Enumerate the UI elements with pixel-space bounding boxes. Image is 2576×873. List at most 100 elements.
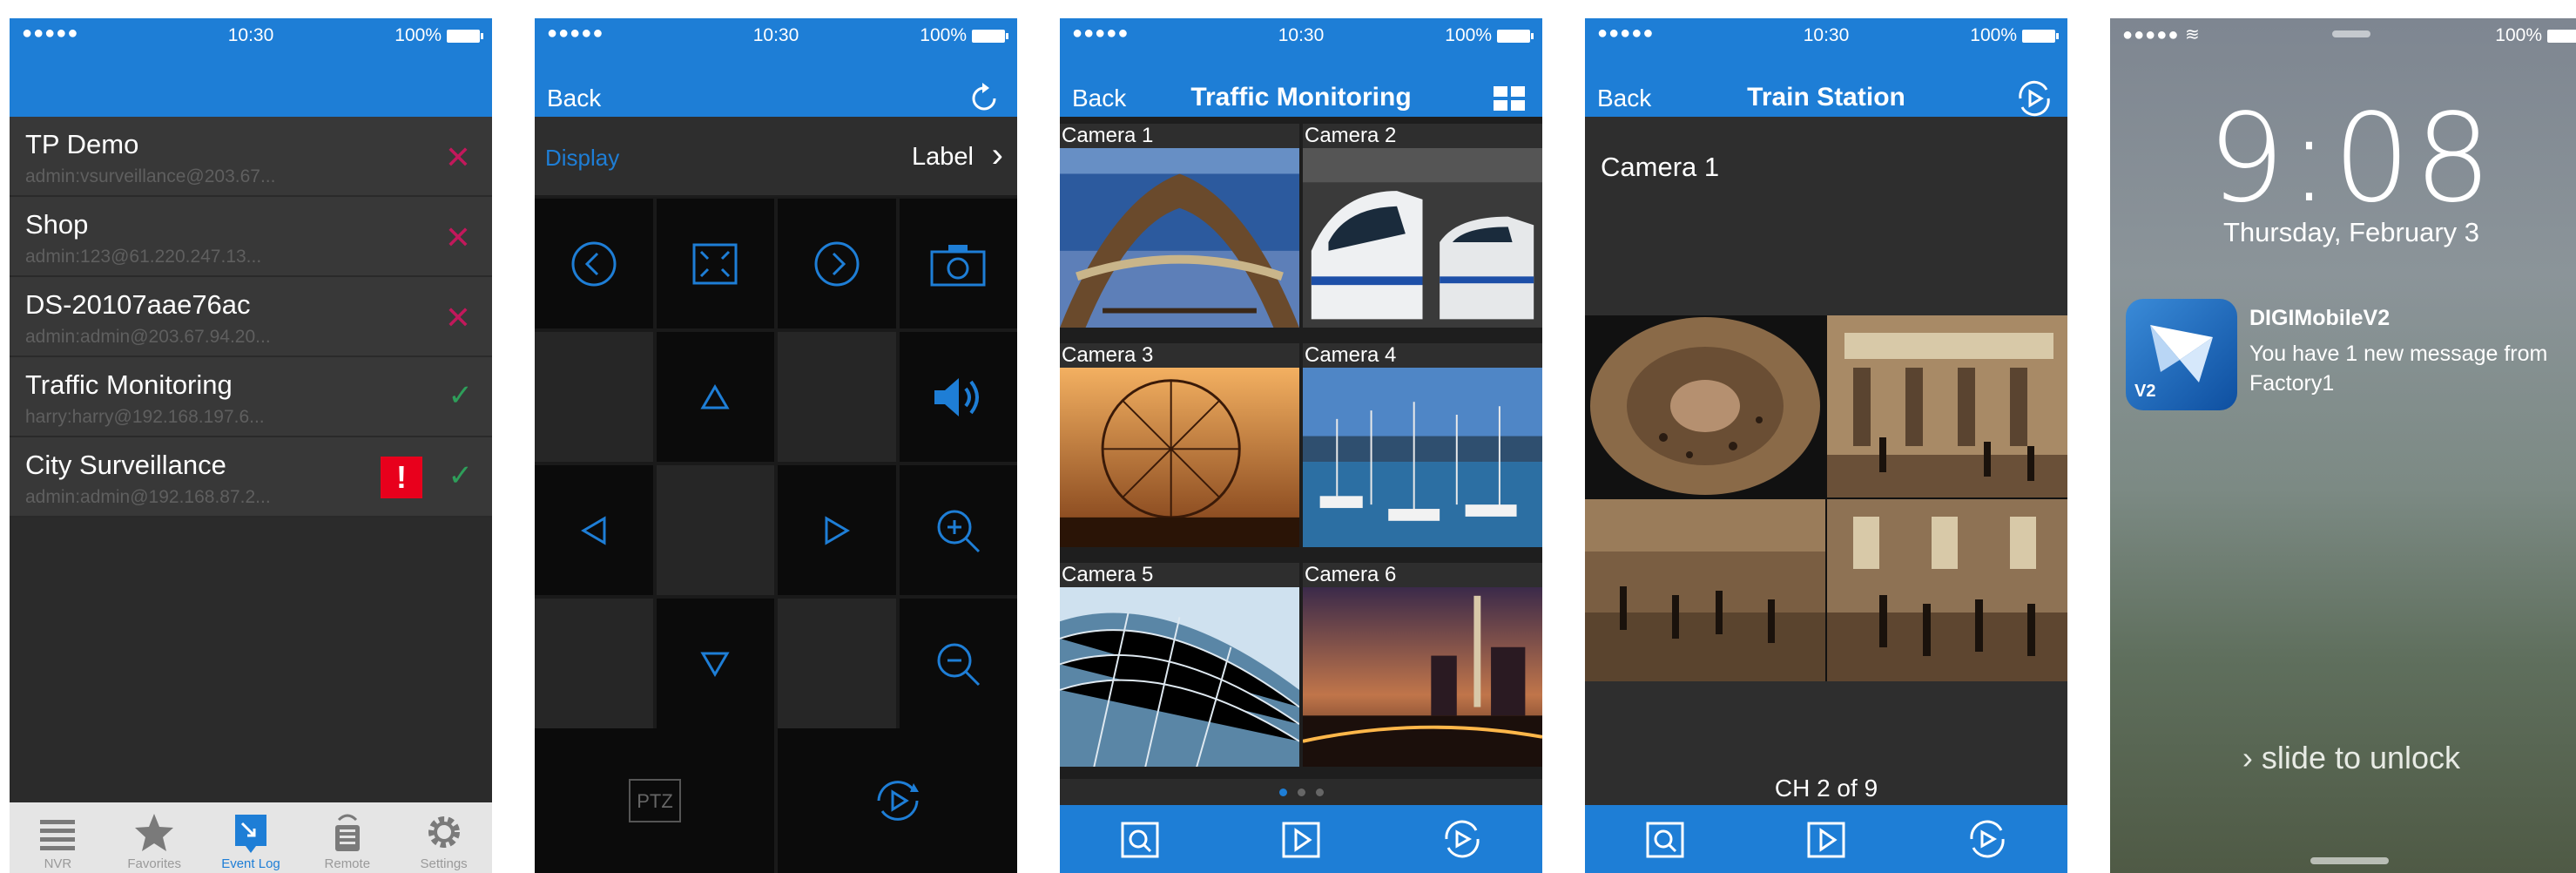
tab-nvr[interactable]: NVR <box>10 802 106 873</box>
status-bar: ●●●●● 10:30 100% <box>535 18 1017 53</box>
status-bar: ●●●●● ≋ 100% <box>2110 18 2576 53</box>
playback-switch-icon[interactable] <box>2015 79 2053 118</box>
list-icon <box>40 820 76 850</box>
playback-switch-icon[interactable] <box>1965 816 2010 862</box>
app-icon[interactable]: V2 <box>2126 299 2237 410</box>
page-dot[interactable] <box>1315 788 1324 796</box>
page-title: Train Station <box>1747 83 1905 112</box>
arrow-down-icon <box>700 652 730 677</box>
empty-cell <box>535 599 653 728</box>
camera-tile[interactable]: Camera 2 <box>1303 124 1542 340</box>
camera-tile[interactable]: Camera 4 <box>1303 343 1542 559</box>
play-icon[interactable] <box>1278 816 1324 862</box>
tab-favorites[interactable]: Favorites <box>106 802 203 873</box>
digimobile-logo-icon: V2 <box>2134 325 2213 401</box>
camera-tile[interactable]: Camera 6 <box>1303 563 1542 779</box>
nav-bar: Back Traffic Monitoring <box>1060 53 1542 117</box>
previous-button[interactable] <box>535 199 653 328</box>
fisheye-quad-view[interactable] <box>1585 315 2067 681</box>
next-button[interactable] <box>778 199 896 328</box>
tab-label: Favorites <box>127 856 182 871</box>
empty-cell <box>656 465 774 595</box>
nav-bar: Back Train Station <box>1585 53 2067 117</box>
pan-up-button[interactable] <box>656 332 774 462</box>
pan-down-button[interactable] <box>656 599 774 728</box>
tab-event-log[interactable]: Event Log <box>203 802 300 873</box>
device-row[interactable]: City Surveillance admin:admin@192.168.87… <box>10 437 492 518</box>
notification-app-name[interactable]: DIGIMobileV2 <box>2249 306 2390 331</box>
remove-icon[interactable]: ✕ <box>445 300 471 336</box>
camera-tile[interactable]: Camera 3 <box>1060 343 1299 559</box>
tab-bar: NVR Favorites Event Log Remote Settings <box>10 802 492 873</box>
tab-label: Remote <box>324 856 371 871</box>
device-name: Shop <box>25 209 89 240</box>
channel-indicator: CH 2 of 9 <box>1774 775 1878 802</box>
status-bar: ●●●●● 10:30 100% <box>1060 18 1542 53</box>
camera-label: Camera 2 <box>1303 124 1542 148</box>
zoom-in-button[interactable] <box>899 465 1017 595</box>
page-dot[interactable] <box>1278 788 1287 796</box>
notification-message[interactable]: You have 1 new message from Factory1 <box>2249 339 2576 398</box>
play-icon[interactable] <box>1804 816 1849 862</box>
remove-icon[interactable]: ✕ <box>445 220 471 256</box>
device-row[interactable]: Traffic Monitoring harry:harry@192.168.1… <box>10 357 492 437</box>
device-row[interactable]: DS-20107aae76ac admin:admin@203.67.94.20… <box>10 277 492 357</box>
page-dot[interactable] <box>1297 788 1305 796</box>
layout-grid-icon[interactable] <box>1490 79 1528 118</box>
remove-icon[interactable]: ✕ <box>445 139 471 176</box>
home-indicator <box>2310 857 2389 864</box>
playback-switch-button[interactable] <box>778 728 1017 873</box>
camera-tile[interactable]: Camera 1 <box>1060 124 1299 340</box>
battery-percent: 100% <box>2495 25 2542 45</box>
fisheye-dewarp-1 <box>1827 315 2067 497</box>
pan-right-button[interactable] <box>778 465 896 595</box>
speaker-icon <box>934 377 980 416</box>
camera-feed-ferris-wheel <box>1060 368 1299 548</box>
camera-view[interactable]: Camera 1 CH 2 of 9 <box>1585 117 2067 805</box>
camera-grid: Camera 1 Camera 2 Camera 3 Camera 4 Came… <box>1060 117 1542 779</box>
fisheye-dewarp-3 <box>1827 499 2067 681</box>
camera-label: Camera 5 <box>1060 563 1299 587</box>
battery-indicator: 100% <box>920 25 1008 46</box>
alert-badge[interactable]: ! <box>381 457 422 498</box>
ptz-control-screen: ●●●●● 10:30 100% Back Display Label › PT… <box>535 18 1017 873</box>
tab-remote[interactable]: Remote <box>299 802 395 873</box>
empty-cell <box>778 599 896 728</box>
battery-percent: 100% <box>920 25 967 45</box>
page-indicator <box>1060 779 1542 805</box>
battery-indicator: 100% <box>1445 25 1534 46</box>
notch-handle <box>2332 30 2370 37</box>
chevron-left-circle-icon <box>571 241 617 286</box>
ptz-mode-button[interactable]: PTZ <box>535 728 774 873</box>
device-name: City Surveillance <box>25 450 226 480</box>
nav-bar: Back <box>535 53 1017 117</box>
audio-button[interactable] <box>899 332 1017 462</box>
search-playback-icon[interactable] <box>1642 816 1688 862</box>
battery-icon <box>972 29 1008 43</box>
device-row[interactable]: TP Demo admin:vsurveillance@203.67... ✕ <box>10 117 492 197</box>
fisheye-dewarp-2 <box>1585 499 1825 681</box>
display-value: Label <box>912 143 974 171</box>
check-icon: ✓ <box>448 379 474 412</box>
gear-icon <box>428 816 460 848</box>
device-address: admin:admin@192.168.87.2... <box>25 487 271 507</box>
playback-switch-icon[interactable] <box>1440 816 1485 862</box>
battery-icon <box>2022 29 2059 43</box>
fullscreen-button[interactable] <box>656 199 774 328</box>
status-bar: ●●●●● 10:30 100% <box>1585 18 2067 53</box>
refresh-icon[interactable] <box>965 79 1003 118</box>
back-button[interactable]: Back <box>547 85 601 112</box>
zoom-out-button[interactable] <box>899 599 1017 728</box>
camera-tile[interactable]: Camera 5 <box>1060 563 1299 779</box>
slide-to-unlock[interactable]: › slide to unlock <box>2110 740 2576 776</box>
snapshot-button[interactable] <box>899 199 1017 328</box>
device-row[interactable]: Shop admin:123@61.220.247.13... ✕ <box>10 197 492 277</box>
arrow-left-icon <box>580 515 606 545</box>
search-playback-icon[interactable] <box>1117 816 1163 862</box>
nvr-list-screen: ●●●●● 10:30 100% TP Demo admin:vsurveill… <box>10 18 492 873</box>
display-setting-row[interactable]: Display Label › <box>535 117 1017 197</box>
device-address: admin:admin@203.67.94.20... <box>25 327 271 347</box>
pan-left-button[interactable] <box>535 465 653 595</box>
tab-settings[interactable]: Settings <box>395 802 492 873</box>
battery-indicator: 100% <box>1970 25 2059 46</box>
